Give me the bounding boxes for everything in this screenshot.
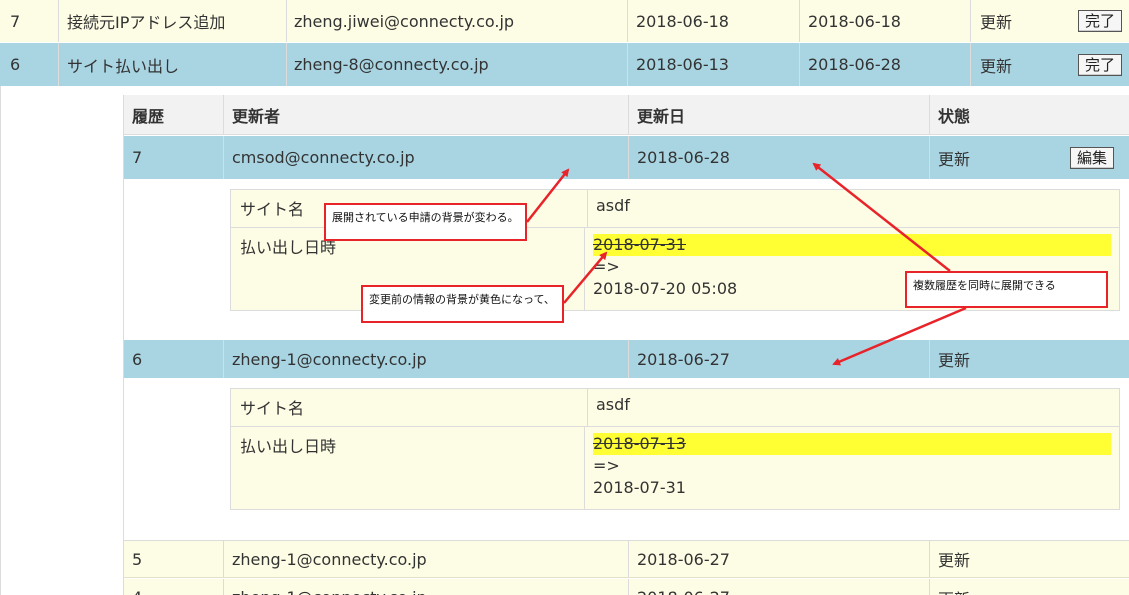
complete-button[interactable]: 完了 (1077, 53, 1122, 76)
edit-button[interactable]: 編集 (1069, 146, 1114, 169)
header-date: 更新日 (629, 95, 930, 134)
history-rev: 6 (124, 340, 224, 378)
history-date: 2018-06-27 (629, 541, 930, 577)
complete-button[interactable]: 完了 (1077, 10, 1122, 32)
header-rev: 履歴 (124, 95, 224, 134)
history-date: 2018-06-28 (629, 136, 930, 179)
request-id: 7 (0, 0, 59, 42)
history-updater: zheng-1@connecty.co.jp (224, 579, 629, 595)
header-state: 状態 (938, 106, 971, 126)
old-value-highlight: 2018-07-13 (593, 433, 1111, 455)
history-state: 更新 (930, 579, 1129, 595)
history-row[interactable]: 5 zheng-1@connecty.co.jp 2018-06-27 更新 (124, 540, 1129, 578)
annotation-note: 複数履歴を同時に展開できる (905, 271, 1108, 308)
history-rev: 7 (124, 136, 224, 179)
request-name: サイト払い出し (59, 43, 287, 86)
history-updater: zheng-1@connecty.co.jp (224, 340, 629, 378)
request-user: zheng.jiwei@connecty.co.jp (287, 0, 628, 42)
request-created: 2018-06-18 (628, 0, 800, 42)
request-user: zheng-8@connecty.co.jp (287, 43, 628, 86)
header-updater: 更新者 (224, 95, 629, 134)
history-state: 更新 (938, 351, 971, 370)
detail-label: 払い出し日時 (231, 427, 585, 509)
history-header: 履歴 更新者 更新日 状態 (124, 95, 1129, 135)
annotation-note: 変更前の情報の背景が黄色になって、 (361, 285, 564, 323)
history-row[interactable]: 4 zheng-1@connecty.co.jp 2018-06-27 更新 (124, 579, 1129, 595)
request-updated: 2018-06-28 (800, 43, 971, 86)
detail-label: サイト名 (231, 389, 588, 426)
history-table: 履歴 更新者 更新日 状態 7 cmsod@connecty.co.jp 201… (123, 95, 1129, 595)
request-row-expanded[interactable]: 6 サイト払い出し zheng-8@connecty.co.jp 2018-06… (0, 43, 1129, 86)
table-border (0, 86, 1, 595)
new-value: 2018-07-31 (593, 478, 686, 497)
request-id: 6 (0, 43, 59, 86)
history-date: 2018-06-27 (629, 340, 930, 378)
history-updater: zheng-1@connecty.co.jp (224, 541, 629, 577)
history-date: 2018-06-27 (629, 579, 930, 595)
annotation-note: 展開されている申請の背景が変わる。 (324, 203, 527, 241)
request-row[interactable]: 7 接続元IPアドレス追加 zheng.jiwei@connecty.co.jp… (0, 0, 1129, 42)
history-rev: 4 (124, 579, 224, 595)
history-row-expanded[interactable]: 6 zheng-1@connecty.co.jp 2018-06-27 更新 (124, 340, 1129, 378)
history-row-expanded[interactable]: 7 cmsod@connecty.co.jp 2018-06-28 更新 編集 (124, 136, 1129, 179)
history-updater: cmsod@connecty.co.jp (224, 136, 629, 179)
history-rev: 5 (124, 541, 224, 577)
old-value-highlight: 2018-07-31 (593, 234, 1111, 256)
request-updated: 2018-06-18 (800, 0, 971, 42)
request-name: 接続元IPアドレス追加 (59, 0, 287, 42)
request-status: 更新 (980, 13, 1013, 32)
history-detail: サイト名 asdf 払い出し日時 2018-07-13 => 2018-07-3… (230, 388, 1120, 510)
detail-value: asdf (596, 395, 630, 414)
request-status: 更新 (980, 56, 1013, 76)
detail-value: asdf (596, 196, 630, 215)
change-arrow: => (593, 456, 620, 475)
history-state: 更新 (938, 149, 971, 169)
request-created: 2018-06-13 (628, 43, 800, 86)
history-state: 更新 (938, 551, 971, 570)
